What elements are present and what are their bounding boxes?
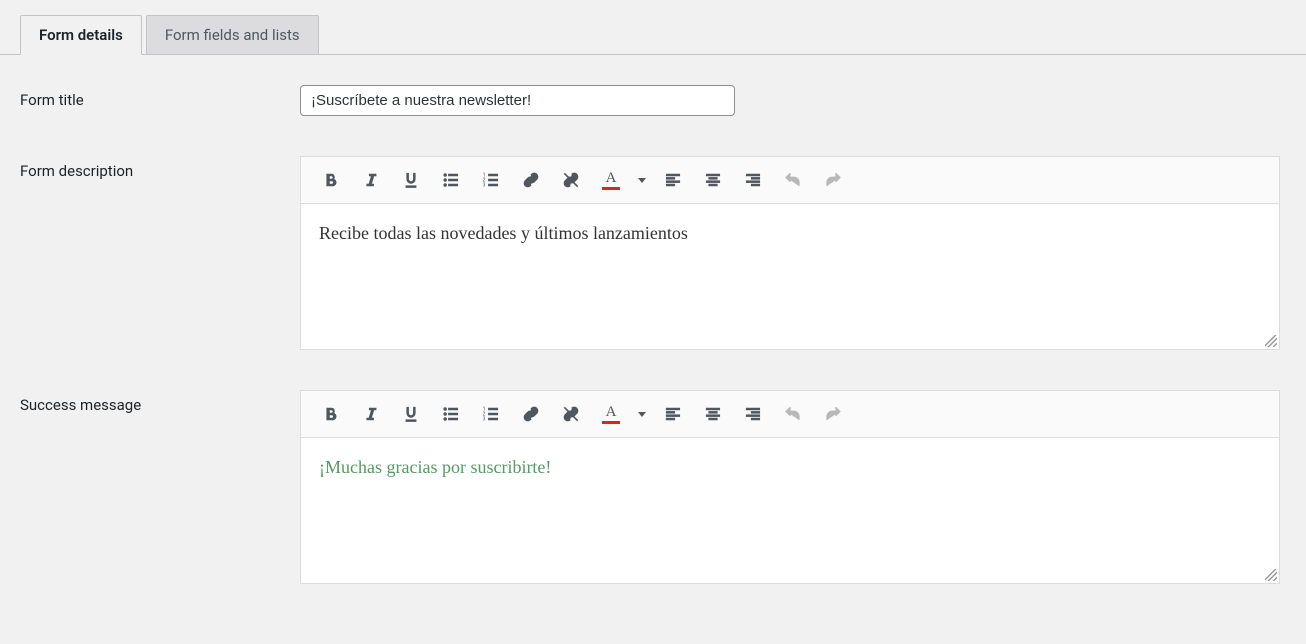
svg-text:3: 3 [483, 417, 486, 423]
numbered-list-button[interactable]: 123 [471, 163, 511, 197]
description-editor-content[interactable]: Recibe todas las novedades y últimos lan… [301, 204, 1279, 349]
underline-button[interactable] [391, 163, 431, 197]
tab-form-details[interactable]: Form details [20, 15, 142, 55]
text-color-button[interactable]: A [591, 397, 631, 431]
form-title-input[interactable] [300, 85, 735, 116]
row-form-description: Form description 123 A [20, 156, 1286, 350]
tab-form-fields-lists[interactable]: Form fields and lists [146, 15, 319, 54]
bullet-list-button[interactable] [431, 397, 471, 431]
align-right-button[interactable] [733, 163, 773, 197]
text-color-dropdown[interactable] [631, 163, 653, 197]
bullet-list-button[interactable] [431, 163, 471, 197]
form-body: Form title Form description 123 A [0, 55, 1306, 644]
text-color-button[interactable]: A [591, 163, 631, 197]
resize-handle[interactable] [1265, 335, 1277, 347]
row-success-message: Success message 123 A [20, 390, 1286, 584]
unlink-button[interactable] [551, 397, 591, 431]
toolbar-description: 123 A [301, 157, 1279, 204]
tab-bar: Form details Form fields and lists [0, 0, 1306, 55]
toolbar-success: 123 A [301, 391, 1279, 438]
success-editor-content[interactable]: ¡Muchas gracias por suscribirte! [301, 438, 1279, 583]
italic-button[interactable] [351, 163, 391, 197]
undo-button[interactable] [773, 163, 813, 197]
align-center-button[interactable] [693, 397, 733, 431]
text-color-dropdown[interactable] [631, 397, 653, 431]
editor-description: 123 A Recibe todas las novedades y últim… [300, 156, 1280, 350]
svg-text:3: 3 [483, 183, 486, 189]
underline-button[interactable] [391, 397, 431, 431]
resize-handle[interactable] [1265, 569, 1277, 581]
chevron-down-icon [638, 412, 646, 417]
align-right-button[interactable] [733, 397, 773, 431]
italic-button[interactable] [351, 397, 391, 431]
unlink-button[interactable] [551, 163, 591, 197]
link-button[interactable] [511, 397, 551, 431]
chevron-down-icon [638, 178, 646, 183]
label-form-title: Form title [20, 85, 300, 109]
label-success-message: Success message [20, 390, 300, 414]
redo-button[interactable] [813, 397, 853, 431]
numbered-list-button[interactable]: 123 [471, 397, 511, 431]
redo-button[interactable] [813, 163, 853, 197]
row-form-title: Form title [20, 85, 1286, 116]
undo-button[interactable] [773, 397, 813, 431]
label-form-description: Form description [20, 156, 300, 180]
align-center-button[interactable] [693, 163, 733, 197]
editor-success: 123 A ¡Muchas gracias por suscribirte! [300, 390, 1280, 584]
bold-button[interactable] [311, 397, 351, 431]
link-button[interactable] [511, 163, 551, 197]
align-left-button[interactable] [653, 397, 693, 431]
align-left-button[interactable] [653, 163, 693, 197]
bold-button[interactable] [311, 163, 351, 197]
